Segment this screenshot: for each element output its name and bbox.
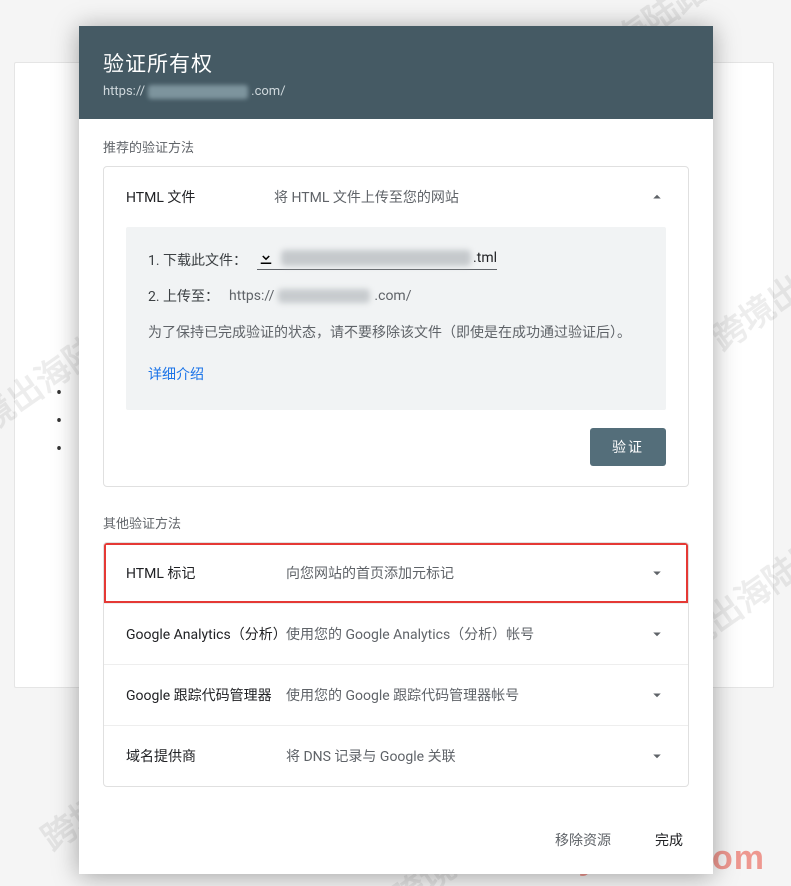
item-desc: 使用您的 Google Analytics（分析）帐号 <box>286 624 648 644</box>
method-html-tag[interactable]: HTML 标记 向您网站的首页添加元标记 <box>104 543 688 603</box>
item-name: Google Analytics（分析） <box>126 624 286 644</box>
url-suffix: .com/ <box>251 84 285 99</box>
step2-prefix: https:// <box>229 288 274 304</box>
chevron-down-icon <box>648 686 666 704</box>
other-label: 其他验证方法 <box>103 513 689 532</box>
details-link[interactable]: 详细介绍 <box>148 367 204 383</box>
method-html-file-header[interactable]: HTML 文件 将 HTML 文件上传至您的网站 <box>104 167 688 227</box>
method-desc: 将 HTML 文件上传至您的网站 <box>274 187 648 207</box>
step-1: 1. 下载此文件： .tml <box>148 249 644 270</box>
other-methods-list: HTML 标记 向您网站的首页添加元标记 Google Analytics（分析… <box>103 542 689 787</box>
bullet-dots: ••• <box>56 380 62 464</box>
step1-label: 1. 下载此文件： <box>148 250 247 270</box>
method-google-analytics[interactable]: Google Analytics（分析） 使用您的 Google Analyti… <box>104 603 688 664</box>
download-file-link[interactable]: .tml <box>257 249 497 270</box>
step-2: 2. 上传至： https:// .com/ <box>148 286 644 306</box>
url-prefix: https:// <box>103 84 145 99</box>
dialog-property-url: https:// .com/ <box>103 84 689 99</box>
dialog-title: 验证所有权 <box>103 48 689 78</box>
done-button[interactable]: 完成 <box>647 824 691 856</box>
method-domain-provider[interactable]: 域名提供商 将 DNS 记录与 Google 关联 <box>104 725 688 786</box>
item-desc: 向您网站的首页添加元标记 <box>286 563 648 583</box>
download-icon <box>257 249 275 267</box>
verify-row: 验证 <box>104 428 688 486</box>
recommended-method-card: HTML 文件 将 HTML 文件上传至您的网站 1. 下载此文件： .tml … <box>103 166 689 487</box>
step2-label: 2. 上传至： <box>148 286 219 306</box>
redacted-domain <box>148 85 248 99</box>
file-extension: .tml <box>473 250 497 266</box>
recommended-label: 推荐的验证方法 <box>103 137 689 156</box>
remove-property-button[interactable]: 移除资源 <box>547 824 619 856</box>
chevron-down-icon <box>648 625 666 643</box>
verify-button[interactable]: 验证 <box>590 428 666 466</box>
dialog-body: 推荐的验证方法 HTML 文件 将 HTML 文件上传至您的网站 1. 下载此文… <box>79 119 713 806</box>
chevron-up-icon <box>648 188 666 206</box>
keep-file-note: 为了保持已完成验证的状态，请不要移除该文件（即使是在成功通过验证后）。 <box>148 322 644 346</box>
item-name: Google 跟踪代码管理器 <box>126 685 286 705</box>
method-name: HTML 文件 <box>126 187 274 207</box>
verify-ownership-dialog: 验证所有权 https:// .com/ 推荐的验证方法 HTML 文件 将 H… <box>79 26 713 874</box>
dialog-header: 验证所有权 https:// .com/ <box>79 26 713 119</box>
method-google-tag-manager[interactable]: Google 跟踪代码管理器 使用您的 Google 跟踪代码管理器帐号 <box>104 664 688 725</box>
chevron-down-icon <box>648 747 666 765</box>
item-desc: 将 DNS 记录与 Google 关联 <box>286 746 648 766</box>
dialog-footer: 移除资源 完成 <box>79 806 713 874</box>
step2-suffix: .com/ <box>374 288 411 304</box>
step2-url: https:// .com/ <box>229 288 411 304</box>
item-name: 域名提供商 <box>126 746 286 766</box>
chevron-down-icon <box>648 564 666 582</box>
redacted-filename <box>281 250 471 266</box>
item-desc: 使用您的 Google 跟踪代码管理器帐号 <box>286 685 648 705</box>
item-name: HTML 标记 <box>126 563 286 583</box>
redacted-domain <box>278 289 370 303</box>
method-content: 1. 下载此文件： .tml 2. 上传至： https:// .com/ <box>126 227 666 410</box>
